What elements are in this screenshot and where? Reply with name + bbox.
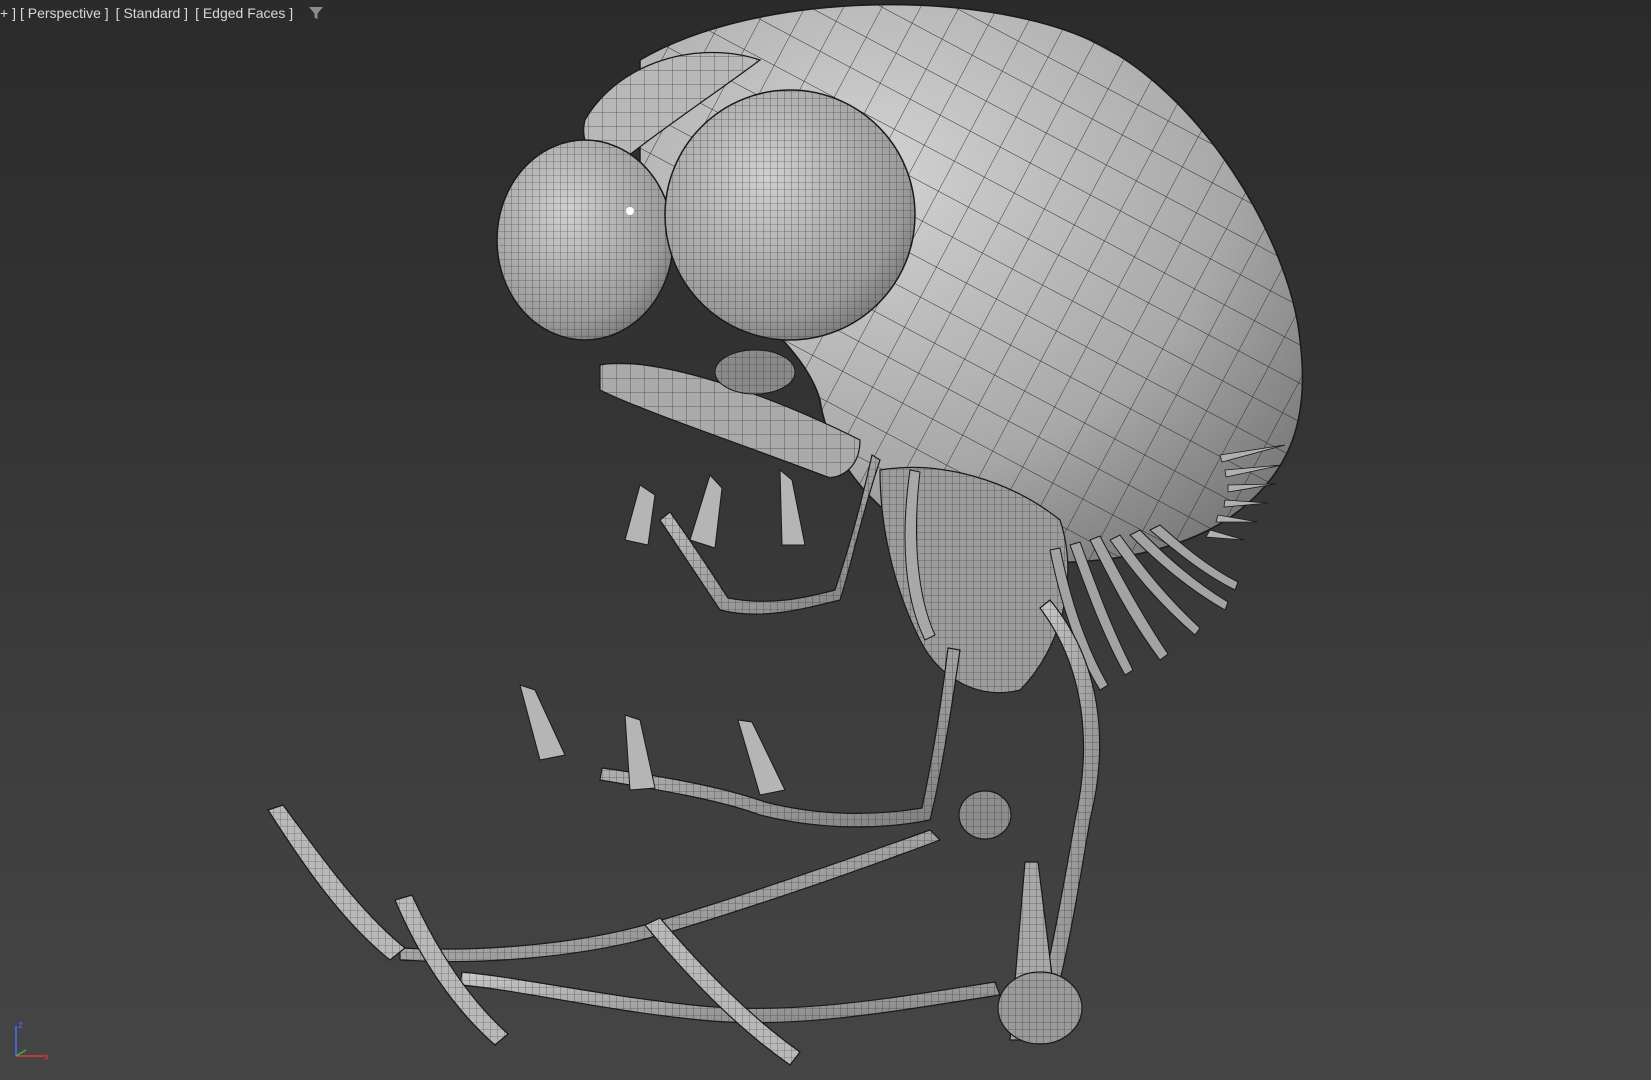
creature-model[interactable]	[0, 0, 1651, 1080]
viewport-display-mode-menu[interactable]: [ Edged Faces ]	[192, 5, 297, 21]
middle-legs[interactable]	[519, 647, 1012, 840]
left-eye[interactable]	[496, 139, 674, 341]
axis-z-label: z	[18, 1020, 23, 1031]
axis-x-label: x	[44, 1052, 49, 1062]
viewport-point-of-view-menu[interactable]: [ Perspective ]	[17, 5, 113, 21]
right-eye[interactable]	[664, 89, 916, 341]
viewport-shading-menu[interactable]: [ Standard ]	[113, 5, 192, 21]
viewport-general-menu[interactable]: + ]	[0, 5, 17, 21]
axis-tripod-icon: z x	[15, 1020, 49, 1062]
funnel-icon[interactable]	[307, 4, 325, 22]
viewport-label-bar: + ] [ Perspective ] [ Standard ] [ Edged…	[0, 2, 325, 24]
lower-legs[interactable]	[267, 804, 1001, 1066]
3d-viewport[interactable]: + ] [ Perspective ] [ Standard ] [ Edged…	[0, 0, 1651, 1080]
